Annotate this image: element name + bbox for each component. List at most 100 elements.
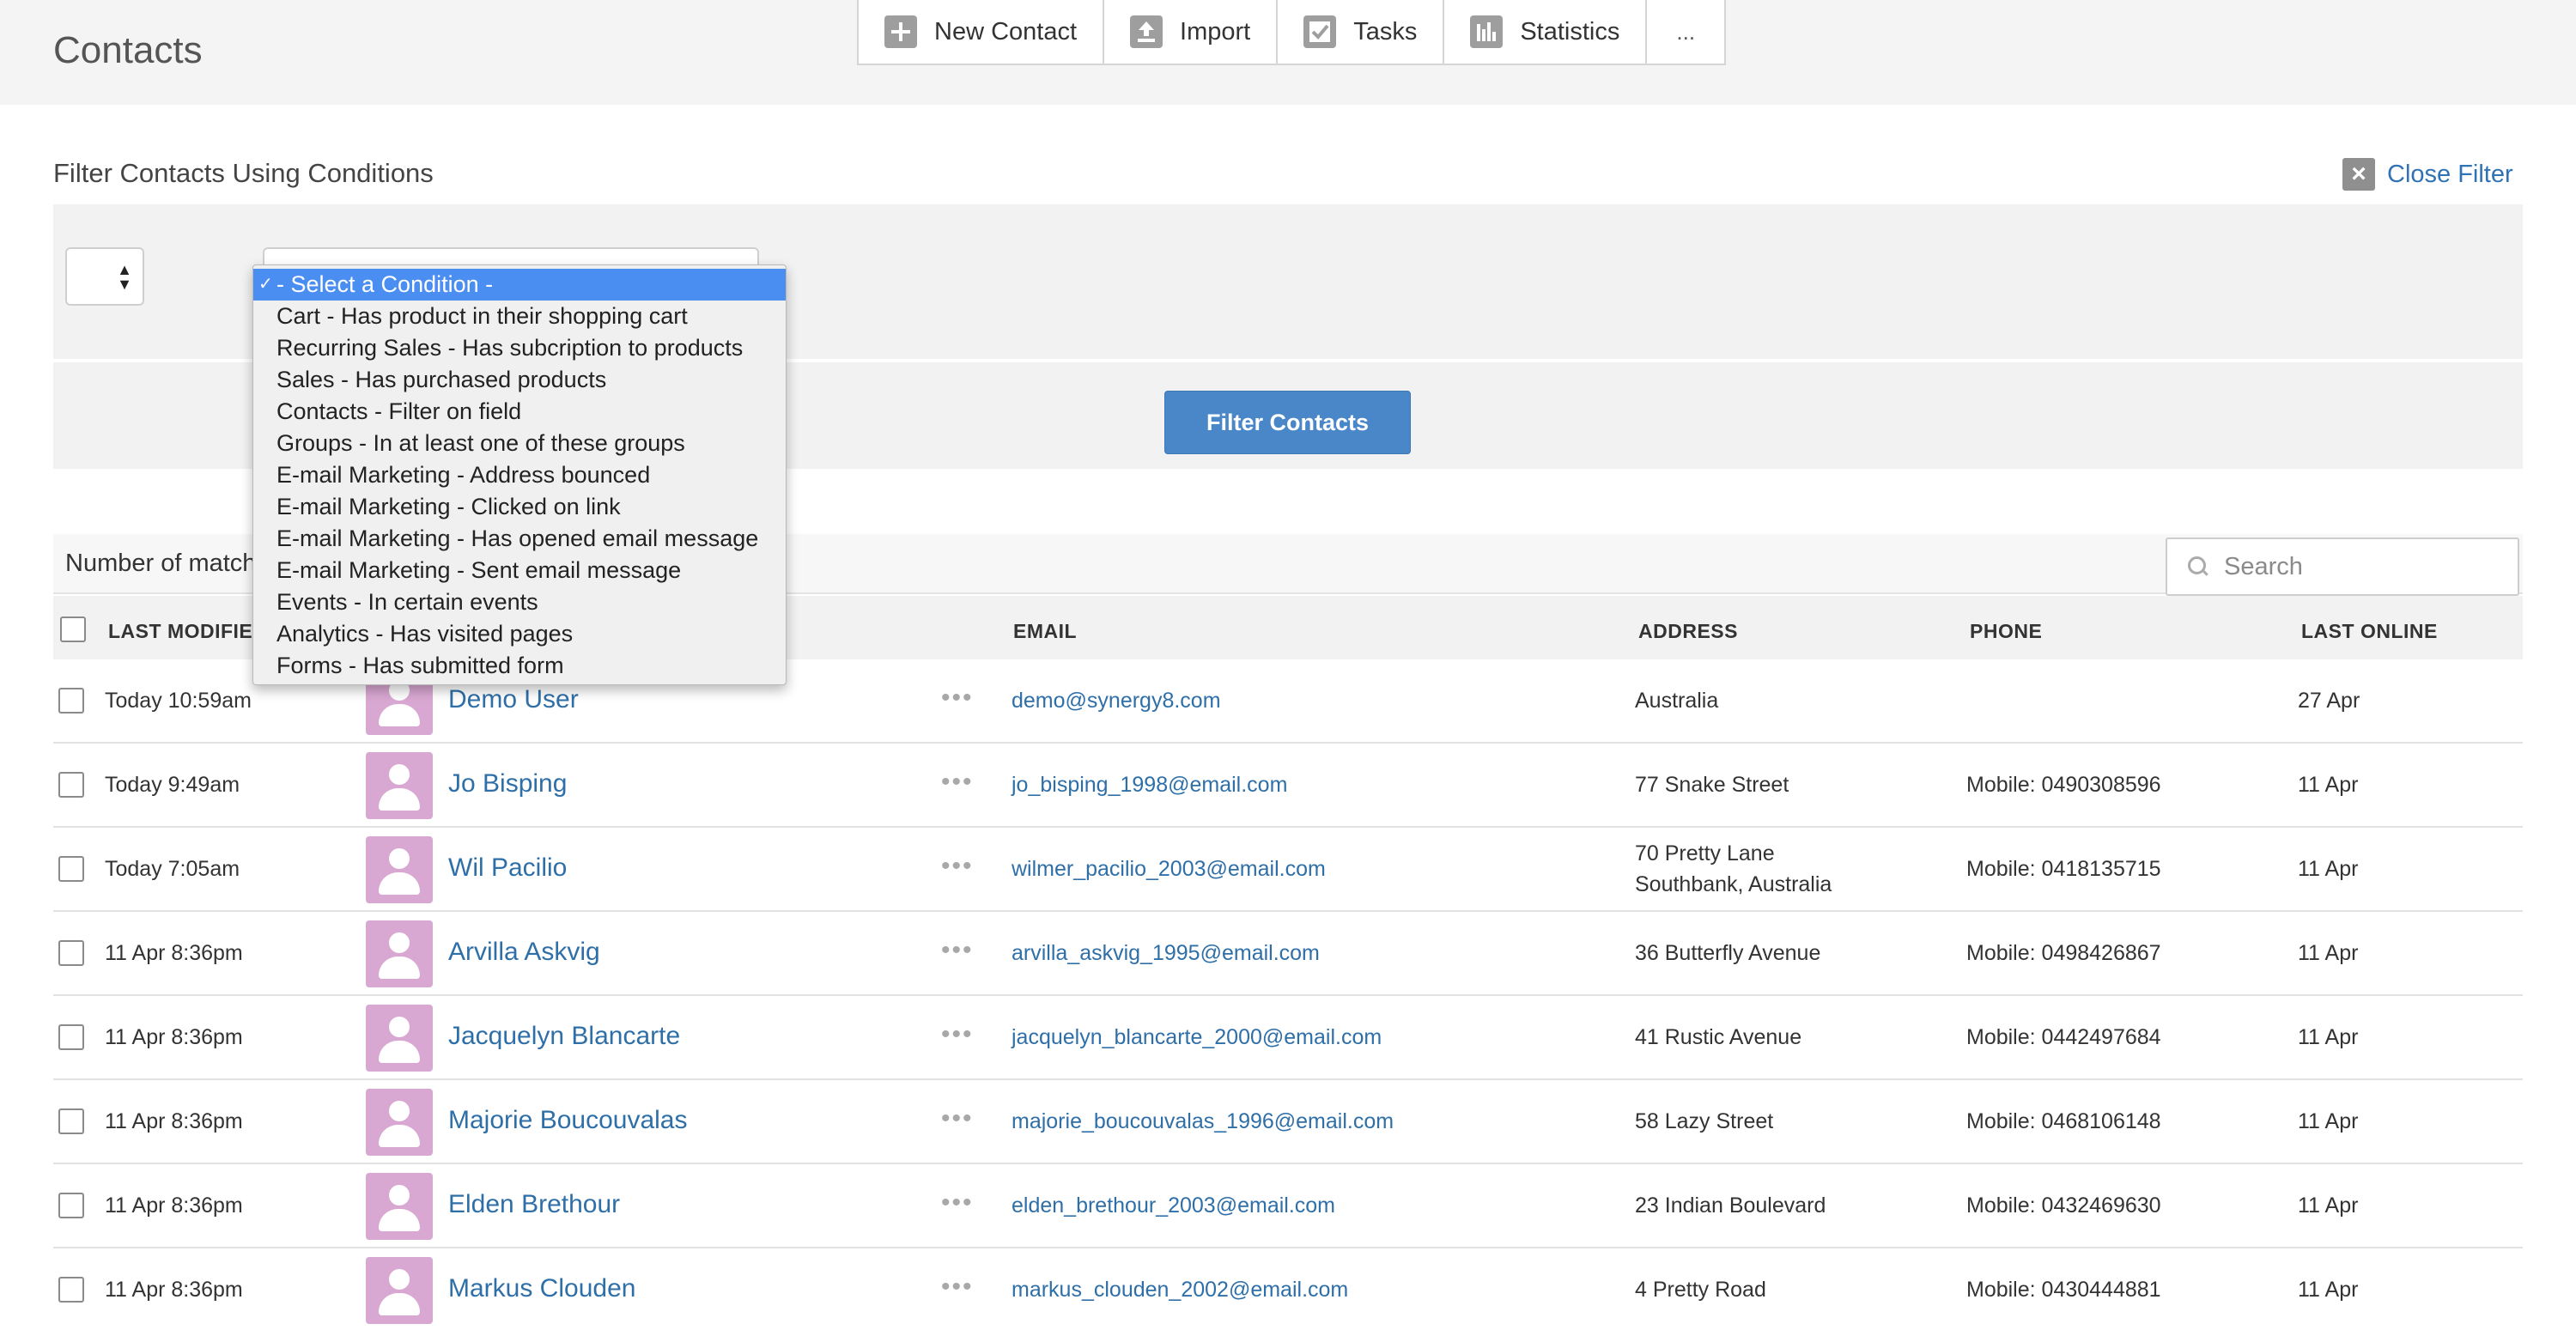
condition-dropdown: ✓ - Select a Condition - Cart - Has prod… xyxy=(252,264,787,685)
contact-email[interactable]: elden_brethour_2003@email.com xyxy=(1012,1193,1335,1218)
more-options-icon[interactable]: ••• xyxy=(941,1188,974,1218)
contact-email[interactable]: jo_bisping_1998@email.com xyxy=(1012,773,1287,798)
toolbar: New Contact Import Tasks Statistics ... xyxy=(857,0,1727,65)
last-modified: 11 Apr 8:36pm xyxy=(105,1278,243,1302)
row-checkbox[interactable] xyxy=(58,1277,84,1303)
bar-chart-icon xyxy=(1470,15,1504,48)
dropdown-option-groups[interactable]: Groups - In at least one of these groups xyxy=(253,428,786,459)
contact-address: 70 Pretty Lane Southbank, Australia xyxy=(1635,841,1832,896)
contact-name[interactable]: Arvilla Askvig xyxy=(448,938,600,967)
more-options-icon[interactable]: ••• xyxy=(941,852,974,881)
contact-email[interactable]: demo@synergy8.com xyxy=(1012,689,1221,714)
new-contact-button[interactable]: New Contact xyxy=(859,0,1105,64)
contact-email[interactable]: wilmer_pacilio_2003@email.com xyxy=(1012,857,1326,882)
statistics-button[interactable]: Statistics xyxy=(1444,0,1648,64)
avatar xyxy=(366,1005,433,1072)
row-checkbox[interactable] xyxy=(58,1108,84,1134)
row-checkbox[interactable] xyxy=(58,688,84,714)
last-online: 11 Apr xyxy=(2298,857,2359,881)
checkbox-icon xyxy=(1303,15,1337,48)
column-last-modified[interactable]: LAST MODIFIED xyxy=(108,620,267,643)
contact-email[interactable]: majorie_boucouvalas_1996@email.com xyxy=(1012,1109,1394,1134)
contact-address: 41 Rustic Avenue xyxy=(1635,1025,1802,1049)
dropdown-option-email-clicked[interactable]: E-mail Marketing - Clicked on link xyxy=(253,491,786,523)
logic-select[interactable]: ▲ ▼ xyxy=(65,247,144,306)
dropdown-option-recurring-sales[interactable]: Recurring Sales - Has subcription to pro… xyxy=(253,332,786,364)
contact-address: 4 Pretty Road xyxy=(1635,1278,1766,1302)
search-input[interactable] xyxy=(2224,552,2499,581)
last-online: 11 Apr xyxy=(2298,1109,2359,1133)
contact-phone: Mobile: 0468106148 xyxy=(1966,1109,2161,1133)
contact-name[interactable]: Majorie Boucouvalas xyxy=(448,1106,687,1135)
row-checkbox[interactable] xyxy=(58,940,84,966)
column-phone[interactable]: PHONE xyxy=(1970,620,2042,643)
contact-address: 77 Snake Street xyxy=(1635,773,1789,797)
import-button[interactable]: Import xyxy=(1104,0,1279,64)
contact-name[interactable]: Elden Brethour xyxy=(448,1190,620,1219)
contact-phone: Mobile: 0418135715 xyxy=(1966,857,2161,881)
last-online: 27 Apr xyxy=(2298,689,2360,713)
dropdown-option-forms[interactable]: Forms - Has submitted form xyxy=(253,650,786,682)
contact-address: 23 Indian Boulevard xyxy=(1635,1193,1826,1218)
row-checkbox[interactable] xyxy=(58,856,84,882)
avatar xyxy=(366,1257,433,1324)
dropdown-option-email-opened[interactable]: E-mail Marketing - Has opened email mess… xyxy=(253,523,786,555)
dropdown-option-select-condition[interactable]: ✓ - Select a Condition - xyxy=(253,269,786,301)
dropdown-option-sales[interactable]: Sales - Has purchased products xyxy=(253,364,786,396)
contact-name[interactable]: Jo Bisping xyxy=(448,769,567,799)
last-modified: Today 10:59am xyxy=(105,689,252,713)
more-options-icon[interactable]: ••• xyxy=(941,768,974,797)
last-modified: 11 Apr 8:36pm xyxy=(105,1193,243,1218)
row-checkbox[interactable] xyxy=(58,1193,84,1218)
avatar xyxy=(366,920,433,987)
more-options-icon[interactable]: ••• xyxy=(941,1104,974,1133)
close-filter-button[interactable]: × Close Filter xyxy=(2342,158,2513,191)
contact-name[interactable]: Demo User xyxy=(448,685,579,714)
dropdown-option-email-bounced[interactable]: E-mail Marketing - Address bounced xyxy=(253,459,786,491)
select-all-checkbox[interactable] xyxy=(60,616,86,642)
column-last-online[interactable]: LAST ONLINE xyxy=(2301,620,2438,643)
close-filter-label: Close Filter xyxy=(2387,160,2513,188)
upload-icon xyxy=(1130,15,1163,48)
more-options-icon[interactable]: ••• xyxy=(941,1020,974,1049)
dropdown-option-email-sent[interactable]: E-mail Marketing - Sent email message xyxy=(253,555,786,586)
avatar xyxy=(366,1173,433,1240)
search-box[interactable] xyxy=(2166,537,2519,596)
avatar xyxy=(366,1089,433,1156)
tasks-button[interactable]: Tasks xyxy=(1278,0,1445,64)
more-options-icon[interactable]: ••• xyxy=(941,1272,974,1302)
last-modified: Today 9:49am xyxy=(105,773,240,797)
dropdown-option-contacts-field[interactable]: Contacts - Filter on field xyxy=(253,396,786,428)
column-email[interactable]: EMAIL xyxy=(1013,620,1077,643)
dropdown-option-events[interactable]: Events - In certain events xyxy=(253,586,786,618)
contact-email[interactable]: arvilla_askvig_1995@email.com xyxy=(1012,941,1320,966)
last-online: 11 Apr xyxy=(2298,941,2359,965)
new-contact-label: New Contact xyxy=(934,17,1078,46)
page-title: Contacts xyxy=(53,29,203,71)
contact-phone: Mobile: 0432469630 xyxy=(1966,1193,2161,1218)
contact-phone: Mobile: 0498426867 xyxy=(1966,941,2161,965)
last-modified: Today 7:05am xyxy=(105,857,240,881)
avatar xyxy=(366,836,433,903)
last-modified: 11 Apr 8:36pm xyxy=(105,1025,243,1049)
filter-contacts-button[interactable]: Filter Contacts xyxy=(1164,391,1411,454)
statistics-label: Statistics xyxy=(1520,17,1620,46)
checkmark-icon: ✓ xyxy=(258,275,273,294)
contact-email[interactable]: jacquelyn_blancarte_2000@email.com xyxy=(1012,1025,1382,1050)
column-address[interactable]: ADDRESS xyxy=(1638,620,1738,643)
row-checkbox[interactable] xyxy=(58,772,84,798)
last-modified: 11 Apr 8:36pm xyxy=(105,941,243,965)
dropdown-option-cart[interactable]: Cart - Has product in their shopping car… xyxy=(253,301,786,332)
contact-phone: Mobile: 0430444881 xyxy=(1966,1278,2161,1302)
contact-name[interactable]: Markus Clouden xyxy=(448,1274,635,1303)
contact-name[interactable]: Wil Pacilio xyxy=(448,853,567,883)
filter-title: Filter Contacts Using Conditions xyxy=(53,158,434,188)
row-checkbox[interactable] xyxy=(58,1024,84,1050)
contact-email[interactable]: markus_clouden_2002@email.com xyxy=(1012,1278,1348,1303)
more-options-icon[interactable]: ••• xyxy=(941,683,974,713)
contact-phone: Mobile: 0442497684 xyxy=(1966,1025,2161,1049)
contact-name[interactable]: Jacquelyn Blancarte xyxy=(448,1022,680,1051)
dropdown-option-analytics[interactable]: Analytics - Has visited pages xyxy=(253,618,786,650)
more-button[interactable]: ... xyxy=(1647,0,1724,64)
more-options-icon[interactable]: ••• xyxy=(941,936,974,965)
